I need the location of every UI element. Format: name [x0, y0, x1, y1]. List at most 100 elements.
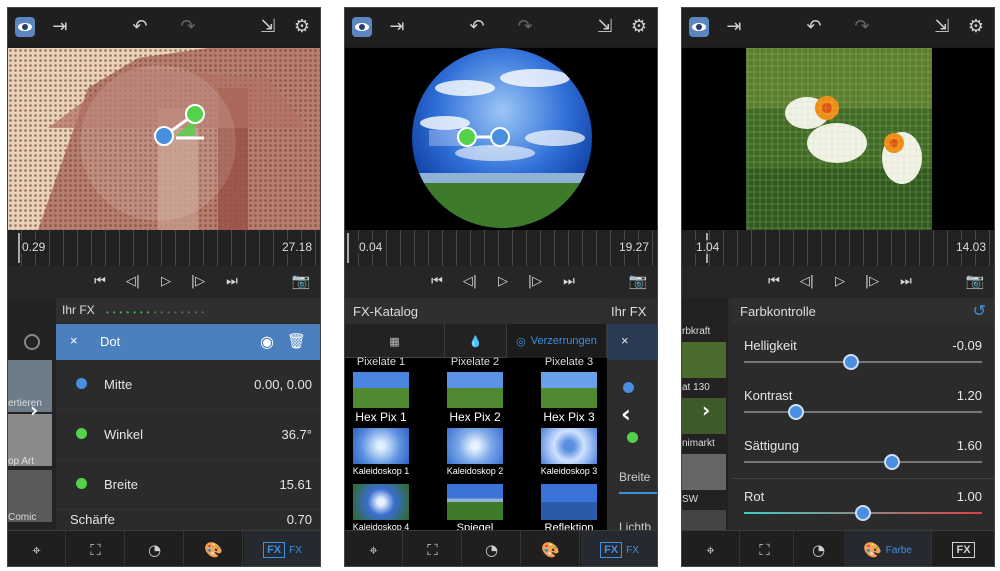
param-row[interactable]: Winkel 36.7° [56, 410, 320, 460]
step-back-icon[interactable]: ◁| [797, 272, 817, 292]
app-logo-icon[interactable] [352, 17, 372, 37]
fx-cell[interactable]: Hex Pix 2 [439, 372, 511, 424]
preset-thumbnail[interactable] [682, 342, 726, 378]
fx-cell[interactable]: Kaleidoskop 3 [533, 428, 605, 476]
speed-tool-icon[interactable]: ◔ [463, 531, 521, 566]
crop-tool-icon[interactable]: ⛶ [736, 531, 794, 566]
focus-tool-icon[interactable]: ⌖ [345, 531, 403, 566]
video-preview[interactable] [682, 48, 994, 230]
play-icon[interactable]: ▷ [493, 272, 513, 292]
tab-fx[interactable]: FX FX [581, 531, 657, 566]
palette-icon[interactable]: 🎨 [522, 531, 580, 566]
skip-start-icon[interactable]: ⏮ [90, 272, 110, 292]
slider-saturation[interactable]: Sättigung 1.60 [732, 432, 994, 482]
slider-red[interactable]: Rot 1.00 [732, 483, 994, 530]
reset-icon[interactable]: ↺ [973, 301, 986, 320]
crop-tool-icon[interactable]: ⛶ [67, 531, 125, 566]
eye-icon[interactable]: ◉ [260, 332, 274, 351]
gear-icon[interactable]: ⚙ [964, 15, 988, 39]
overlay-slider[interactable] [619, 492, 657, 494]
tab-fx[interactable]: FX FX [244, 531, 320, 566]
camera-icon[interactable]: 📷 [964, 272, 986, 292]
your-fx-overlay[interactable]: Ihr FX × ‹ Breite Lichtb [607, 298, 657, 530]
speed-tool-icon[interactable]: ◔ [126, 531, 184, 566]
gear-icon[interactable]: ⚙ [290, 15, 314, 39]
step-forward-icon[interactable]: |▷ [525, 272, 545, 292]
fx-cell[interactable]: Hex Pix 3 [533, 372, 605, 424]
app-logo-icon[interactable] [689, 17, 709, 37]
color-preset-strip[interactable]: rbkraft at 130 nimarkt SW › [682, 298, 728, 530]
preset-thumbnail[interactable] [682, 510, 726, 530]
timeline-scrubber[interactable]: 1.04 14.03 [682, 230, 994, 266]
skip-end-icon[interactable]: ⏭ [222, 272, 242, 292]
tab-pixel[interactable]: ▦ [345, 324, 445, 358]
skip-start-icon[interactable]: ⏮ [764, 272, 784, 292]
slider-knob[interactable] [788, 404, 805, 420]
crop-tool-icon[interactable]: ⛶ [404, 531, 462, 566]
playhead[interactable] [347, 233, 349, 263]
step-forward-icon[interactable]: |▷ [188, 272, 208, 292]
app-logo-icon[interactable] [15, 17, 35, 37]
slider-contrast[interactable]: Kontrast 1.20 [732, 382, 994, 432]
camera-icon[interactable]: 📷 [290, 272, 312, 292]
redo-icon[interactable]: ↷ [176, 15, 200, 39]
redo-icon[interactable]: ↷ [850, 15, 874, 39]
undo-icon[interactable]: ↶ [465, 15, 489, 39]
step-back-icon[interactable]: ◁| [123, 272, 143, 292]
undo-icon[interactable]: ↶ [802, 15, 826, 39]
slider-track[interactable] [744, 361, 982, 363]
slider-knob[interactable] [843, 354, 860, 370]
close-icon[interactable]: × [621, 333, 629, 348]
chevron-right-icon[interactable]: › [702, 398, 710, 422]
play-icon[interactable]: ▷ [830, 272, 850, 292]
skip-start-icon[interactable]: ⏮ [427, 272, 447, 292]
import-icon[interactable]: ⇥ [385, 15, 409, 39]
play-icon[interactable]: ▷ [156, 272, 176, 292]
spiral-icon[interactable] [24, 334, 40, 350]
step-forward-icon[interactable]: |▷ [862, 272, 882, 292]
camera-icon[interactable]: 📷 [627, 272, 649, 292]
tab-distortions[interactable]: ◎ Verzerrungen [507, 324, 607, 358]
video-preview[interactable] [345, 48, 657, 230]
param-row[interactable]: Mitte 0.00, 0.00 [56, 360, 320, 410]
trash-icon[interactable]: 🗑 [287, 332, 306, 350]
skip-end-icon[interactable]: ⏭ [559, 272, 579, 292]
fx-cell[interactable]: Reflektion [533, 484, 605, 530]
fx-cell[interactable]: Hex Pix 1 [345, 372, 417, 424]
preset-thumbnail[interactable] [682, 454, 726, 490]
overlay-selected-row[interactable]: × [607, 324, 657, 360]
close-icon[interactable]: × [70, 333, 78, 348]
gear-icon[interactable]: ⚙ [627, 15, 651, 39]
slider-track[interactable] [744, 411, 982, 413]
param-row[interactable]: Breite 15.61 [56, 460, 320, 510]
tab-color[interactable]: 🎨 Farbe [844, 531, 932, 566]
export-icon[interactable]: ⇲ [593, 15, 617, 39]
export-icon[interactable]: ⇲ [256, 15, 280, 39]
focus-tool-icon[interactable]: ⌖ [682, 531, 740, 566]
chevron-left-icon[interactable]: ‹ [621, 400, 631, 428]
step-back-icon[interactable]: ◁| [460, 272, 480, 292]
fx-library-strip[interactable]: ertieren op Art Comic › [8, 298, 56, 530]
param-row[interactable]: Schärfe 0.70 [56, 508, 320, 530]
tab-fx[interactable]: FX [932, 531, 994, 566]
undo-icon[interactable]: ↶ [128, 15, 152, 39]
timeline-scrubber[interactable]: 0.04 19.27 [345, 230, 657, 266]
export-icon[interactable]: ⇲ [930, 15, 954, 39]
tab-color[interactable]: 💧 [445, 324, 507, 358]
import-icon[interactable]: ⇥ [722, 15, 746, 39]
focus-tool-icon[interactable]: ⌖ [8, 531, 66, 566]
fx-cell[interactable]: Spiegel [439, 484, 511, 530]
speed-tool-icon[interactable]: ◔ [790, 531, 848, 566]
slider-brightness[interactable]: Helligkeit -0.09 [732, 332, 994, 382]
slider-track[interactable] [744, 461, 982, 463]
video-preview[interactable] [8, 48, 320, 230]
fx-cell[interactable]: Kaleidoskop 4 [345, 484, 417, 530]
chevron-right-icon[interactable]: › [30, 398, 38, 422]
slider-knob[interactable] [883, 454, 900, 470]
timeline-scrubber[interactable]: 0.29 27.18 [8, 230, 320, 266]
selected-fx-row[interactable]: × Dot ◉ 🗑 [56, 324, 320, 360]
palette-icon[interactable]: 🎨 [185, 531, 243, 566]
fx-chain-dots[interactable]: ••••••••••••••• [106, 308, 208, 317]
slider-knob[interactable] [855, 505, 871, 521]
import-icon[interactable]: ⇥ [48, 15, 72, 39]
